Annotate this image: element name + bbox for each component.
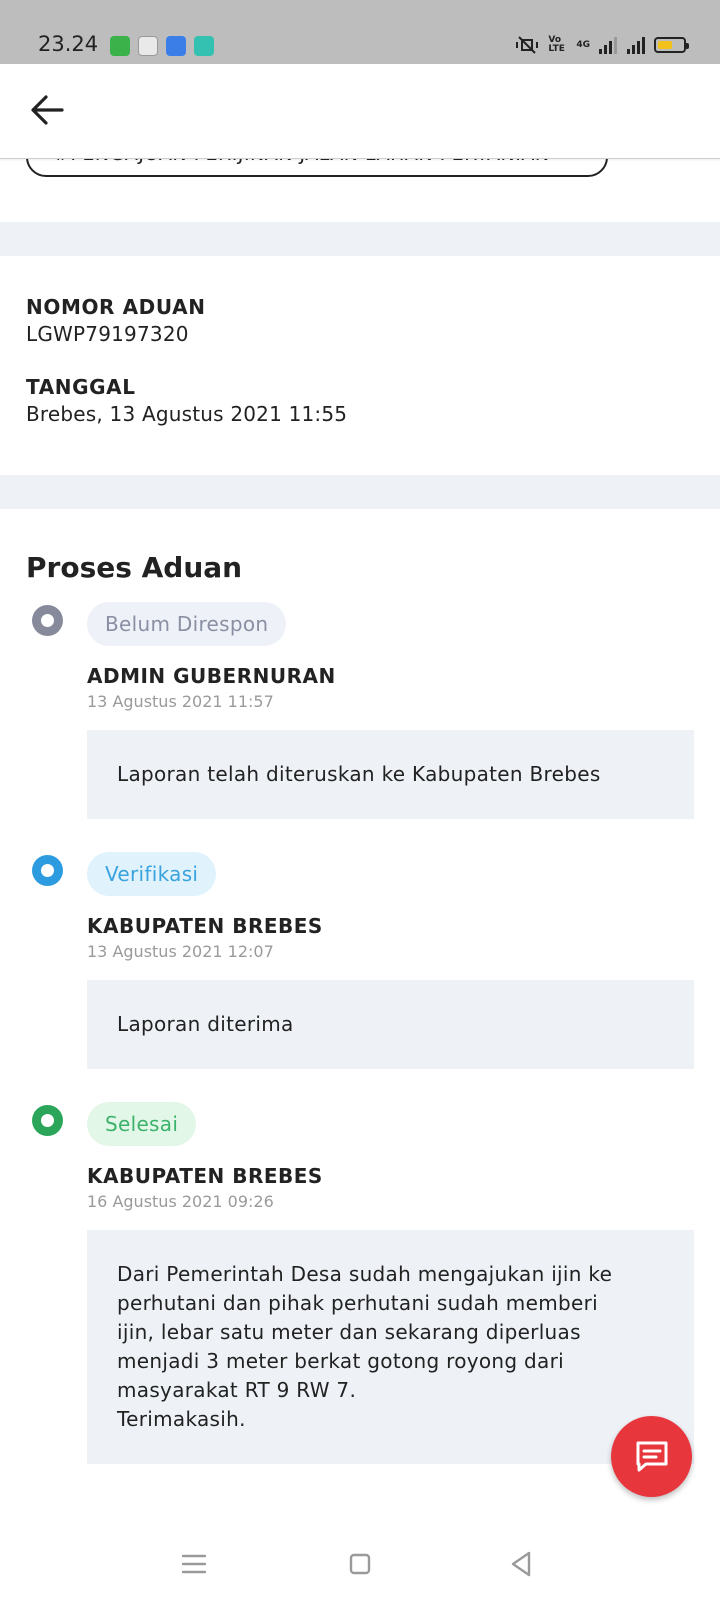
home-nav-button[interactable] [345, 1549, 375, 1579]
chat-button[interactable] [611, 1416, 692, 1497]
message-text: Laporan diterima [117, 1012, 294, 1036]
chat-notification-icon [194, 36, 214, 56]
message-text: Laporan telah diteruskan ke Kabupaten Br… [117, 762, 601, 786]
message-line: menjadi 3 meter berkat gotong royong dar… [117, 1349, 564, 1373]
app-notification-icon [110, 36, 130, 56]
menu-nav-button[interactable] [179, 1549, 209, 1579]
actor-name: KABUPATEN BREBES [87, 914, 323, 938]
status-dot [32, 1105, 63, 1136]
complaint-number-value: LGWP79197320 [26, 322, 189, 346]
message-line: Terimakasih. [117, 1407, 246, 1431]
network-type-label: 4G [576, 39, 590, 50]
complaint-number-label: NOMOR ADUAN [26, 295, 206, 319]
mute-vibrate-icon [516, 36, 539, 54]
message-line: Dari Pemerintah Desa sudah mengajukan ij… [117, 1262, 613, 1286]
status-dot [32, 605, 63, 636]
chat-icon [636, 1441, 667, 1471]
message-line: perhutani dan pihak perhutani sudah memb… [117, 1291, 598, 1315]
timestamp: 16 Agustus 2021 09:26 [87, 1192, 274, 1211]
message-line: masyarakat RT 9 RW 7. [117, 1378, 357, 1402]
app-header [0, 64, 720, 159]
notification-icons [110, 36, 214, 56]
status-indicators: Vo LTE 4G [514, 35, 689, 54]
game-notification-icon [138, 36, 158, 56]
actor-name: KABUPATEN BREBES [87, 1164, 323, 1188]
timestamp: 13 Agustus 2021 12:07 [87, 942, 274, 961]
complaint-date-label: TANGGAL [26, 375, 136, 399]
message-box: Dari Pemerintah Desa sudah mengajukan ij… [87, 1230, 694, 1464]
volte-indicator: Vo LTE [548, 35, 565, 54]
arrow-left-icon [31, 95, 64, 125]
message-line: ijin, lebar satu meter dan sekarang dipe… [117, 1320, 581, 1344]
status-badge: Selesai [87, 1102, 197, 1146]
status-badge: Verifikasi [87, 852, 217, 896]
message-box: Laporan diterima [87, 980, 694, 1069]
section-divider [0, 475, 720, 509]
complaint-detail: #PENGAJUAN PERIJINAN JALAN LAHAN PERTANI… [0, 159, 720, 1529]
signal-icon [599, 37, 617, 54]
menu-icon [181, 1554, 207, 1574]
complaint-tag[interactable]: #PENGAJUAN PERIJINAN JALAN LAHAN PERTANI… [26, 159, 608, 177]
system-navigation-bar [0, 1529, 720, 1600]
status-dot [32, 855, 63, 886]
message-box: Laporan telah diteruskan ke Kabupaten Br… [87, 730, 694, 819]
home-icon [349, 1553, 371, 1575]
timestamp: 13 Agustus 2021 11:57 [87, 692, 274, 711]
back-button[interactable] [28, 90, 68, 130]
back-icon [511, 1551, 531, 1577]
back-nav-button[interactable] [507, 1549, 537, 1579]
status-badge: Belum Direspon [87, 602, 287, 646]
process-title: Proses Aduan [26, 551, 243, 584]
section-divider [0, 222, 720, 256]
complaint-date-value: Brebes, 13 Agustus 2021 11:55 [26, 402, 348, 426]
actor-name: ADMIN GUBERNURAN [87, 664, 336, 688]
battery-icon [654, 37, 689, 53]
status-bar: 23.24 Vo LTE 4G [0, 0, 720, 64]
app-notification-icon [166, 36, 186, 56]
status-time: 23.24 [38, 32, 99, 56]
signal-icon [627, 37, 645, 54]
